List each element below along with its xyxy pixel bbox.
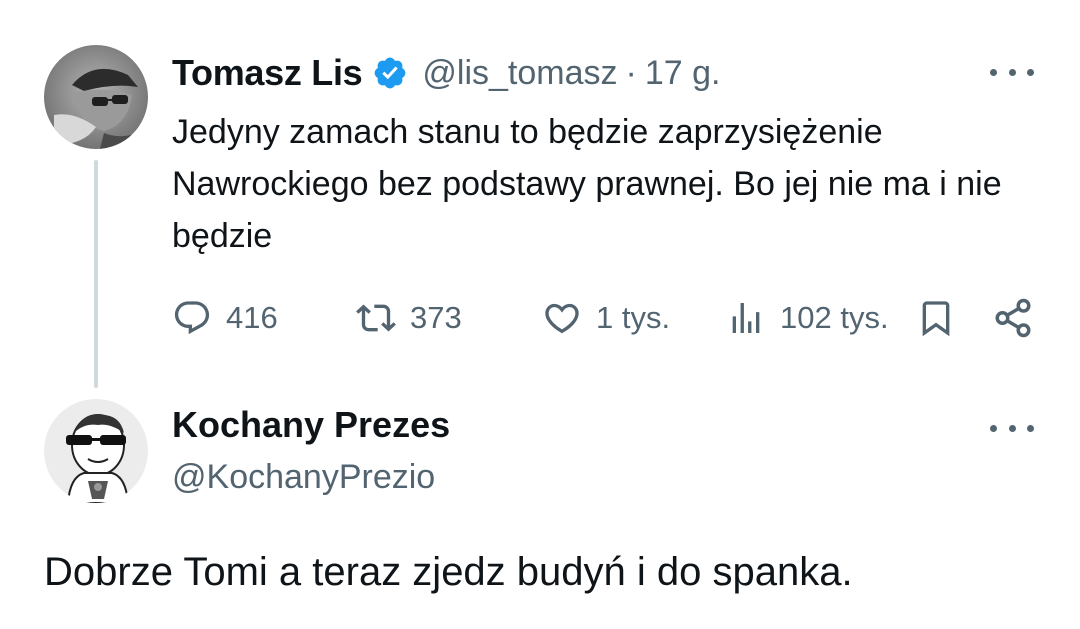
tweet-header: Tomasz Lis @lis_tomasz · 17 g. — [172, 50, 720, 96]
more-icon[interactable] — [990, 62, 1034, 82]
like-count: 1 tys. — [596, 300, 671, 335]
like-icon — [545, 303, 579, 334]
bookmark-icon — [922, 301, 950, 337]
author-name[interactable]: Tomasz Lis — [172, 52, 363, 94]
separator-dot: · — [625, 53, 637, 92]
reply-author-name[interactable]: Kochany Prezes — [172, 404, 450, 446]
reply-author-handle[interactable]: @KochanyPrezio — [172, 458, 435, 497]
reply-icon — [174, 301, 210, 335]
reply-text: Dobrze Tomi a teraz zjedz budyń i do spa… — [44, 550, 853, 594]
more-icon[interactable] — [990, 418, 1034, 438]
retweet-icon — [356, 304, 396, 332]
thread-connector-line — [94, 160, 98, 388]
avatar[interactable] — [44, 399, 148, 503]
tweet-text: Jedyny zamach stanu to będzie zaprzysięż… — [172, 113, 1002, 255]
avatar-photo-tomasz-lis — [44, 45, 148, 149]
like-button[interactable]: 1 tys. — [542, 294, 670, 342]
reply-count: 416 — [226, 300, 278, 335]
avatar-cartoon-kochany-prezes — [44, 399, 148, 503]
views-button[interactable]: 102 tys. — [726, 294, 889, 342]
share-button[interactable] — [992, 294, 1034, 342]
bookmark-button[interactable] — [916, 294, 956, 342]
avatar[interactable] — [44, 45, 148, 149]
reply-button[interactable]: 416 — [172, 294, 278, 342]
share-icon — [995, 298, 1031, 338]
author-handle[interactable]: @lis_tomasz — [422, 54, 617, 93]
timestamp[interactable]: 17 g. — [645, 54, 721, 93]
tweet-actions: 416 373 1 tys. 102 tys. — [172, 294, 1042, 342]
retweet-count: 373 — [410, 300, 462, 335]
retweet-button[interactable]: 373 — [356, 294, 462, 342]
views-count: 102 tys. — [780, 300, 889, 335]
views-icon — [732, 303, 760, 333]
verified-icon[interactable] — [372, 55, 408, 91]
